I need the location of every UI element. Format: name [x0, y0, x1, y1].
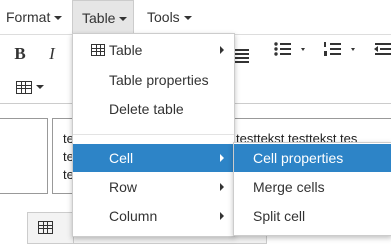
- bullet-list-icon: [274, 42, 305, 56]
- menu-divider: [73, 134, 234, 135]
- bullet-list-button[interactable]: [272, 39, 310, 69]
- menu-item-table[interactable]: Table: [73, 36, 234, 64]
- numbered-list-icon: [324, 42, 355, 56]
- menu-item-label: Cell properties: [253, 150, 344, 166]
- table-button[interactable]: [12, 71, 48, 101]
- menu-format[interactable]: Format: [6, 0, 63, 34]
- table-cell[interactable]: [0, 118, 48, 194]
- menubar: Format Table Tools: [0, 0, 391, 35]
- menu-item-label: Split cell: [253, 208, 306, 224]
- menu-item-delete-table[interactable]: Delete table: [73, 95, 234, 123]
- table-grid-icon[interactable]: [38, 221, 53, 234]
- chevron-down-icon: [119, 17, 128, 22]
- align-justify-icon[interactable]: [233, 49, 249, 65]
- outdent-button[interactable]: [372, 39, 391, 69]
- menu-item-split-cell[interactable]: Split cell: [234, 202, 391, 230]
- chevron-down-icon: [183, 16, 192, 21]
- menu-format-label: Format: [6, 9, 51, 25]
- menu-item-label: Delete table: [109, 101, 184, 117]
- cell-submenu: Cell properties Merge cells Split cell: [233, 142, 391, 236]
- menu-tools-label: Tools: [147, 9, 180, 25]
- menu-item-merge-cells[interactable]: Merge cells: [234, 173, 391, 201]
- outdent-icon: [374, 43, 391, 55]
- menu-tools[interactable]: Tools: [147, 0, 192, 34]
- menu-item-cell[interactable]: Cell: [73, 144, 234, 172]
- menu-item-label: Column: [109, 208, 158, 224]
- numbered-list-button[interactable]: [322, 39, 360, 69]
- italic-button[interactable]: I: [42, 39, 62, 69]
- chevron-down-icon: [54, 16, 63, 21]
- menu-item-label: Merge cells: [253, 179, 325, 195]
- chevron-right-icon: [220, 183, 224, 191]
- chevron-right-icon: [220, 154, 224, 162]
- menu-item-label: Table properties: [109, 72, 209, 88]
- table-grid-icon: [91, 44, 105, 56]
- menu-item-table-properties[interactable]: Table properties: [73, 66, 234, 94]
- table-menu: Table Table properties Delete table Cell…: [72, 33, 235, 237]
- menu-item-label: Cell: [109, 150, 134, 166]
- chevron-right-icon: [220, 212, 224, 220]
- menu-item-label: Table: [109, 42, 143, 58]
- table-grid-icon: [16, 80, 32, 94]
- menu-item-cell-properties[interactable]: Cell properties: [234, 144, 391, 172]
- menu-item-column[interactable]: Column: [73, 202, 234, 230]
- menu-item-label: Row: [109, 179, 138, 195]
- menu-item-row[interactable]: Row: [73, 173, 234, 201]
- menu-table[interactable]: Table: [72, 0, 134, 34]
- bold-button[interactable]: B: [8, 39, 32, 69]
- chevron-down-icon: [36, 85, 44, 90]
- chevron-right-icon: [220, 46, 224, 54]
- menu-table-label: Table: [82, 10, 116, 26]
